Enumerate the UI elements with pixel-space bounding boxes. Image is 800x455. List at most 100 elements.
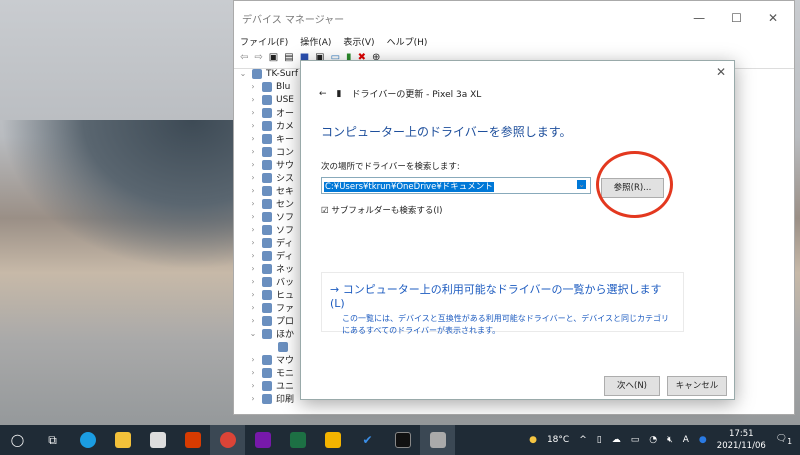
back-arrow-icon[interactable]: ← bbox=[319, 89, 327, 99]
device-manager-taskbar-icon[interactable] bbox=[420, 425, 455, 455]
office-icon[interactable] bbox=[175, 425, 210, 455]
tree-item[interactable]: › オー bbox=[234, 106, 304, 119]
expand-chevron-icon[interactable]: › bbox=[248, 251, 258, 260]
tree-item[interactable]: ⌄ TK-Surf bbox=[234, 67, 304, 80]
path-input[interactable]: C:¥Users¥tkrun¥OneDrive¥ドキュメント ⌄ bbox=[321, 177, 591, 194]
expand-chevron-icon[interactable]: › bbox=[248, 199, 258, 208]
clock[interactable]: 17:51 2021/11/06 bbox=[717, 428, 766, 452]
tree-item[interactable]: › モニ bbox=[234, 366, 304, 379]
tree-item[interactable]: › セン bbox=[234, 197, 304, 210]
todo-icon[interactable]: ✔ bbox=[350, 425, 385, 455]
tree-item[interactable]: › バッ bbox=[234, 275, 304, 288]
tree-item[interactable]: › USE bbox=[234, 93, 304, 106]
menu-file[interactable]: ファイル(F) bbox=[240, 35, 288, 48]
scan-icon[interactable]: ▤ bbox=[284, 52, 293, 63]
device-category-icon bbox=[262, 159, 272, 170]
tree-item[interactable]: › Blu bbox=[234, 80, 304, 93]
menu-action[interactable]: 操作(A) bbox=[300, 35, 331, 48]
start-button[interactable]: ◯ bbox=[0, 425, 35, 455]
tree-item[interactable]: ⌄ ほか bbox=[234, 327, 304, 340]
pick-from-list-option[interactable]: → コンピューター上の利用可能なドライバーの一覧から選択します(L) この一覧に… bbox=[321, 272, 684, 335]
expand-chevron-icon[interactable]: ⌄ bbox=[238, 69, 248, 78]
tree-item[interactable]: › コン bbox=[234, 145, 304, 158]
expand-chevron-icon[interactable]: › bbox=[248, 82, 258, 91]
subfolders-checkbox[interactable]: ☑ サブフォルダーも検索する(I) bbox=[321, 204, 442, 216]
expand-chevron-icon[interactable]: › bbox=[248, 381, 258, 390]
expand-chevron-icon[interactable]: ⌄ bbox=[248, 329, 258, 338]
tree-item-label: 印刷 bbox=[276, 395, 295, 405]
expand-chevron-icon[interactable]: › bbox=[248, 134, 258, 143]
tree-item[interactable]: › ユニ bbox=[234, 379, 304, 392]
tree-item[interactable]: › サウ bbox=[234, 158, 304, 171]
device-category-icon bbox=[262, 224, 272, 235]
expand-chevron-icon[interactable]: › bbox=[248, 95, 258, 104]
tree-item[interactable]: › シス bbox=[234, 171, 304, 184]
cancel-button[interactable]: キャンセル bbox=[667, 376, 727, 396]
tree-item[interactable]: › プロ bbox=[234, 314, 304, 327]
battery-icon[interactable]: ▭ bbox=[631, 435, 640, 445]
ime-icon[interactable]: A bbox=[683, 435, 689, 445]
tree-item[interactable]: › ディ bbox=[234, 236, 304, 249]
tree-item[interactable]: › ファ bbox=[234, 301, 304, 314]
forward-icon[interactable]: ⇨ bbox=[254, 52, 262, 63]
expand-chevron-icon[interactable]: › bbox=[248, 264, 258, 273]
expand-chevron-icon[interactable]: › bbox=[248, 238, 258, 247]
tree-item[interactable]: › ネッ bbox=[234, 262, 304, 275]
store-icon[interactable] bbox=[140, 425, 175, 455]
weather-temp[interactable]: 18°C bbox=[547, 435, 569, 445]
expand-chevron-icon[interactable]: › bbox=[248, 121, 258, 130]
onedrive-icon[interactable]: ☁ bbox=[612, 435, 621, 445]
mute-icon[interactable]: 🔇︎ bbox=[667, 435, 673, 445]
menu-view[interactable]: 表示(V) bbox=[343, 35, 374, 48]
expand-chevron-icon[interactable]: › bbox=[248, 394, 258, 403]
expand-chevron-icon[interactable]: › bbox=[248, 303, 258, 312]
expand-chevron-icon[interactable]: › bbox=[248, 316, 258, 325]
expand-chevron-icon[interactable]: › bbox=[248, 290, 258, 299]
task-view-icon[interactable]: ⧉ bbox=[35, 425, 70, 455]
menu-help[interactable]: ヘルプ(H) bbox=[387, 35, 428, 48]
notifications-icon[interactable]: 🗨︎1 bbox=[776, 434, 792, 446]
explorer-icon[interactable] bbox=[105, 425, 140, 455]
minimize-button[interactable]: — bbox=[693, 11, 705, 25]
edge-icon[interactable] bbox=[70, 425, 105, 455]
expand-chevron-icon[interactable]: › bbox=[248, 108, 258, 117]
drive-icon[interactable] bbox=[315, 425, 350, 455]
tree-item[interactable]: › ディ bbox=[234, 249, 304, 262]
properties-icon[interactable]: ▣ bbox=[269, 52, 278, 63]
expand-chevron-icon[interactable]: › bbox=[248, 160, 258, 169]
expand-chevron-icon[interactable]: › bbox=[248, 147, 258, 156]
account-icon[interactable]: ● bbox=[699, 435, 707, 445]
tree-item[interactable]: › ヒュ bbox=[234, 288, 304, 301]
tree-item[interactable]: › ソフ bbox=[234, 210, 304, 223]
device-category-icon bbox=[262, 302, 272, 313]
expand-chevron-icon[interactable]: › bbox=[248, 225, 258, 234]
chevron-down-icon[interactable]: ⌄ bbox=[577, 180, 586, 189]
tree-item-label: マウ bbox=[276, 356, 295, 366]
chrome-icon[interactable] bbox=[210, 425, 245, 455]
tree-item[interactable]: › セキ bbox=[234, 184, 304, 197]
tree-item[interactable]: › カメ bbox=[234, 119, 304, 132]
expand-chevron-icon[interactable]: › bbox=[248, 212, 258, 221]
chevron-up-icon[interactable]: ^ bbox=[579, 435, 587, 445]
expand-chevron-icon[interactable]: › bbox=[248, 186, 258, 195]
tree-item[interactable]: › キー bbox=[234, 132, 304, 145]
terminal-icon[interactable] bbox=[385, 425, 420, 455]
expand-chevron-icon[interactable]: › bbox=[248, 355, 258, 364]
back-icon[interactable]: ⇦ bbox=[240, 52, 248, 63]
wifi-icon[interactable]: ◔ bbox=[649, 435, 657, 445]
next-button[interactable]: 次へ(N) bbox=[604, 376, 660, 396]
excel-icon[interactable] bbox=[280, 425, 315, 455]
tree-item[interactable]: › 印刷 bbox=[234, 392, 304, 405]
expand-chevron-icon[interactable]: › bbox=[248, 368, 258, 377]
onenote-icon[interactable] bbox=[245, 425, 280, 455]
expand-chevron-icon[interactable]: › bbox=[248, 277, 258, 286]
meet-icon[interactable]: ▯ bbox=[597, 435, 602, 445]
expand-chevron-icon[interactable]: › bbox=[248, 173, 258, 182]
maximize-button[interactable]: ☐ bbox=[731, 11, 742, 25]
close-icon[interactable]: ✕ bbox=[716, 65, 726, 79]
tree-item[interactable] bbox=[234, 340, 304, 353]
tree-item[interactable]: › ソフ bbox=[234, 223, 304, 236]
weather-icon[interactable]: ● bbox=[529, 435, 537, 445]
tree-item[interactable]: › マウ bbox=[234, 353, 304, 366]
close-button[interactable]: ✕ bbox=[768, 11, 778, 25]
